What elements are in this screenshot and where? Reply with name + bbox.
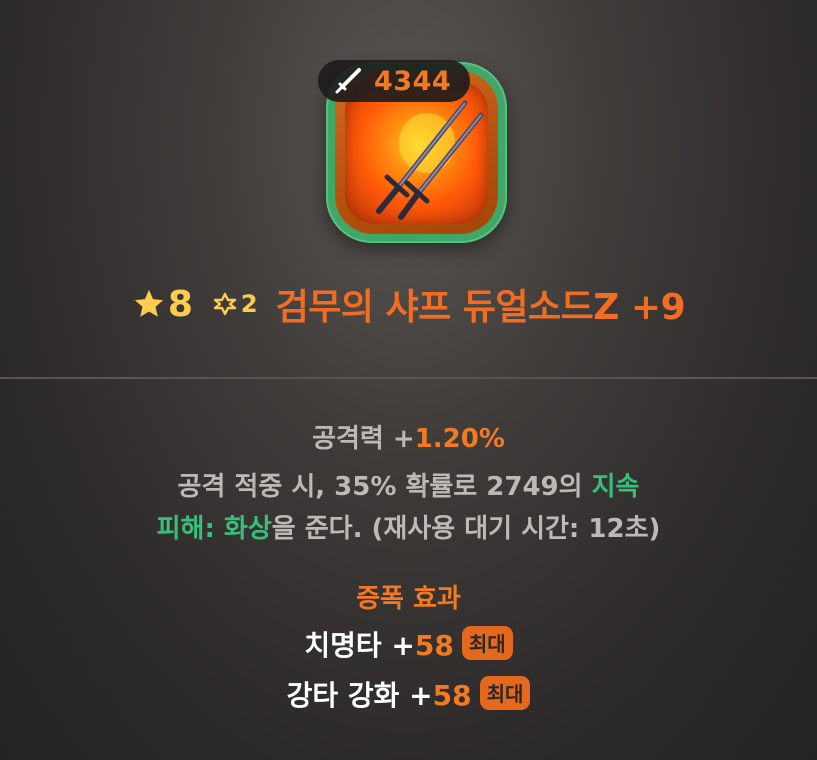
effect-line-2-highlight: 피해: 화상 [156,514,272,544]
attack-stat: 공격력 +1.20% [0,418,817,455]
attack-stat-label: 공격력 + [312,424,415,454]
awaken-level-value: 2 [240,290,258,318]
amplify-item-value: 58 [414,629,454,662]
effect-line-2-text: 을 준다. (재사용 대기 시간: 12초) [271,514,661,544]
awaken-level: 2 [213,290,258,318]
amplify-item-value: 58 [432,679,472,712]
divider [0,377,817,379]
power-badge: 4344 [318,60,470,102]
amplify-item-label: 강타 강화 + [286,679,433,712]
effect-line-1-text: 공격 적중 시, 35% 확률로 2749의 [177,472,592,502]
amplify-item: 치명타 +58 최대 [0,624,817,664]
item-tooltip: 4344 8 2 검무의 샤프 듀얼소드Z +9 공격력 +1.20% 공격 적… [0,0,817,760]
item-title-row: 8 2 검무의 샤프 듀얼소드Z +9 [0,276,817,332]
amplify-heading: 증폭 효과 [356,584,461,614]
power-value: 4344 [374,65,452,97]
effect-line-1-highlight: 지속 [591,472,640,502]
amplify-item-label: 치명타 + [304,629,415,662]
max-badge: 최대 [479,676,531,710]
sword-icon [335,68,361,94]
item-name: 검무의 샤프 듀얼소드Z +9 [275,287,686,328]
max-badge: 최대 [461,626,513,660]
attack-stat-value: 1.20% [414,424,505,454]
hexagram-star-icon [213,292,237,316]
star-grade: 8 [132,284,193,325]
amplify-item: 강타 강화 +58 최대 [0,674,817,714]
effect-line-1: 공격 적중 시, 35% 확률로 2749의 지속 [0,466,817,503]
star-grade-value: 8 [167,283,193,325]
dual-swords-icon [345,81,488,224]
star-icon [134,289,164,317]
effect-line-2: 피해: 화상을 준다. (재사용 대기 시간: 12초) [0,508,817,545]
